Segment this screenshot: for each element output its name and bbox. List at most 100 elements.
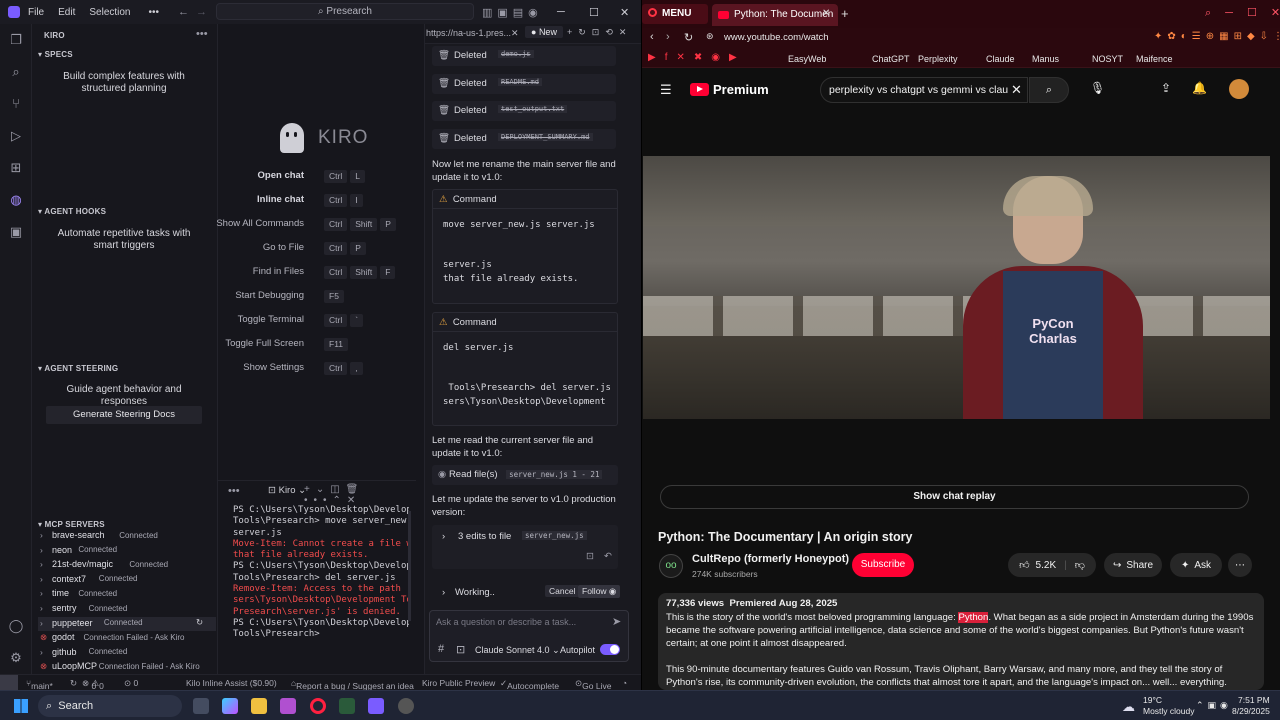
shortcut-row[interactable]: Toggle Terminal Ctrl ` [218,314,416,328]
image-icon[interactable]: ⊡ [456,643,465,656]
menu-edit[interactable]: Edit [58,7,75,18]
chat-input-box[interactable]: Ask a question or describe a task... ➤ #… [429,610,629,662]
terminal-scrollbar[interactable] [408,511,411,621]
context-hash-icon[interactable]: # [438,643,444,655]
bookmark-item[interactable]: Perplexity [918,54,958,64]
weather-temperature[interactable]: 19°C [1143,695,1162,705]
mcp-server-row[interactable]: › context7 Connected [38,573,216,587]
maximize-icon[interactable]: ☐ [589,6,599,19]
chat-tab-actions[interactable]: +↻⊡⟲✕ [567,27,632,38]
mcp-server-row[interactable]: › sentry Connected [38,602,216,616]
shortcut-row[interactable]: Show Settings Ctrl, [218,362,416,376]
sync-icon[interactable]: ↻ [70,678,77,689]
shortcut-row[interactable]: Go to File Ctrl P [218,242,416,256]
extension-icons[interactable]: ✦✿◐☰⊕▦⊞◆⇩⋮ [1154,31,1280,42]
youtube-search-input[interactable]: perplexity vs chatgpt vs gemmi vs clau [829,84,1009,96]
mcp-heading[interactable]: ▾ MCP SERVERS [38,520,105,529]
upload-icon[interactable]: ⇪ [1161,81,1171,95]
model-selector[interactable]: Claude Sonnet 4.0 ⌄ [475,645,560,656]
more-menu-icon[interactable]: ••• [149,7,160,18]
shortcut-row[interactable]: Find in Files Ctrl Shift F [218,266,416,280]
hooks-heading[interactable]: ▾ AGENT HOOKS [38,207,106,216]
share-button[interactable]: ↪ Share [1104,553,1162,577]
generate-steering-docs-button[interactable]: Generate Steering Docs [46,406,202,424]
forward-icon[interactable]: › [666,31,670,43]
video-player[interactable]: PyCon Charlas [643,156,1270,419]
deleted-file-row[interactable]: 🗑︎ Deleted test_output.txt [432,101,616,122]
file-explorer-icon[interactable] [251,698,267,714]
kiro-app-taskbar-icon[interactable] [368,698,384,714]
shortcut-row[interactable]: Open chat Ctrl L [218,170,416,184]
github-desktop-icon[interactable] [398,698,414,714]
like-icon[interactable]: 👍︎ [1019,559,1029,571]
refresh-icon[interactable]: ↻ [196,617,203,628]
bookmark-icons[interactable]: ▶f✕✖◉▶ [648,52,746,63]
youtube-premium-logo[interactable]: Premium [690,82,769,97]
task-view-icon[interactable] [193,698,209,714]
like-dislike-group[interactable]: 👍︎ 5.2K | 👎︎ [1008,553,1096,577]
mcp-server-row[interactable]: › github Connected [38,646,216,660]
mcp-server-row[interactable]: ⊗ uLoopMCP Connection Failed - Ask Kiro [38,660,216,674]
remote-icon[interactable]: ▣ [8,224,24,240]
deleted-file-row[interactable]: 🗑︎ Deleted README.md [432,73,616,94]
problems-indicator[interactable]: ⊗ 0 ⚠ 0 [82,678,104,690]
nav-forward-icon[interactable]: → [196,6,207,18]
run-debug-icon[interactable]: ▷ [8,128,24,144]
layout-icons[interactable]: ▥▣▤◉ [482,6,543,19]
account-icon[interactable]: ◯ [8,618,24,634]
mcp-server-row[interactable]: › time Connected [38,587,216,601]
go-live-button[interactable]: ⊙ Go Live [575,678,611,690]
deleted-file-row[interactable]: 🗑︎ Deleted demo.js [432,46,616,66]
ask-button[interactable]: ✦ Ask [1170,553,1222,577]
menu-file[interactable]: File [28,7,44,18]
bookmark-item[interactable]: NOSYT [1092,54,1123,64]
bookmark-item[interactable]: EasyWeb [788,54,826,64]
command-search-box[interactable]: ⌕ Presearch [216,3,474,20]
settings-gear-icon[interactable]: ⚙ [8,650,24,666]
browser-window-controls[interactable]: ⌕─☐✕ [1205,6,1280,20]
mcp-server-row[interactable]: › 21st-dev/magic Connected [38,558,216,572]
copilot-icon[interactable] [222,698,238,714]
dislike-icon[interactable]: 👎︎ [1075,559,1085,571]
opera-browser-icon[interactable] [310,698,326,714]
bookmark-item[interactable]: Claude [986,54,1015,64]
source-control-icon[interactable]: ⑂ [8,96,24,112]
chat-input-placeholder[interactable]: Ask a question or describe a task... [436,617,576,627]
youtube-search-button[interactable]: ⌕ [1029,77,1069,103]
terminal-tab[interactable]: ⊡ Kiro ⌄ [268,485,306,496]
kiro-ghost-icon[interactable]: ◍ [8,192,24,208]
channel-name[interactable]: CultRepo (formerly Honeypot) [692,553,849,565]
shortcut-row[interactable]: Toggle Full Screen F11 [218,338,416,352]
user-avatar[interactable] [1229,79,1249,99]
reload-icon[interactable]: ↻ [684,31,693,44]
undo-edits-icon[interactable]: ↶ [604,551,612,562]
mcp-server-row[interactable]: › puppeteer Connected ↻ [38,616,216,631]
subscribe-button[interactable]: Subscribe [852,553,914,577]
bookmark-item[interactable]: ChatGPT [872,54,910,64]
terminal-output[interactable]: PS C:\Users\Tyson\Desktop\DevelopmentToo… [233,505,409,641]
terminal-more-icon[interactable]: ••• [228,485,240,497]
close-tab-icon[interactable]: ✕ [511,28,519,39]
panel-more-icon[interactable]: ••• [196,28,208,40]
close-window-icon[interactable]: ✕ [620,6,629,19]
mcp-server-row[interactable]: ⊗ godot Connection Failed - Ask Kiro [38,631,216,645]
bookmark-item[interactable]: Maifence [1136,54,1173,64]
new-tab-icon[interactable]: + [841,6,849,21]
clear-search-icon[interactable]: ✕ [1011,82,1022,98]
tab-close-icon[interactable]: ✕ [822,8,830,19]
nav-back-icon[interactable]: ← [178,6,189,18]
autocomplete-toggle[interactable]: ✓ Autocomplete [500,678,559,690]
clock-date[interactable]: 8/29/2025 [1232,706,1270,716]
app-icon-1[interactable] [280,698,296,714]
shortcut-row[interactable]: Start Debugging F5 [218,290,416,304]
show-chat-replay-button[interactable]: Show chat replay [660,485,1249,509]
youtube-search-box[interactable]: perplexity vs chatgpt vs gemmi vs clau ✕ [820,77,1028,103]
back-icon[interactable]: ‹ [650,31,654,43]
system-tray-icons[interactable]: ⌃▣◉ [1196,700,1232,711]
mcp-server-row[interactable]: › neon Connected [38,544,216,558]
terminal-app-icon[interactable] [339,698,355,714]
report-bug-link[interactable]: ⌂ Report a bug / Suggest an idea [291,678,414,690]
windows-start-icon[interactable] [14,699,28,713]
search-icon[interactable]: ⌕ [8,64,24,80]
git-branch[interactable]: ⑂ main* [26,678,53,690]
